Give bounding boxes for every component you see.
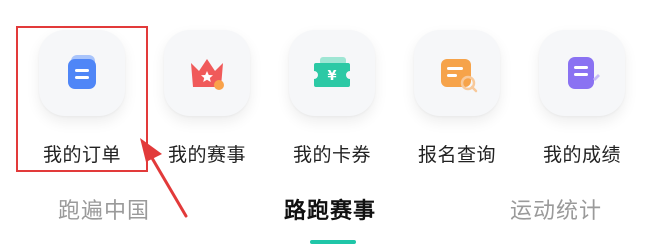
shortcut-label-my-events: 我的赛事 — [167, 144, 246, 166]
crown-icon — [191, 59, 224, 90]
highlight-box — [16, 26, 148, 172]
tile-my-events[interactable] — [164, 30, 250, 116]
shortcut-label-registration-query: 报名查询 — [417, 144, 496, 166]
shortcut-my-scores[interactable]: 我的成绩 — [534, 30, 630, 170]
shortcut-label-my-scores: 我的成绩 — [542, 144, 621, 166]
shortcut-registration-query[interactable]: 报名查询 — [409, 30, 505, 170]
score-icon — [568, 57, 600, 89]
search-card-icon — [441, 59, 478, 93]
tab-active-indicator — [310, 240, 356, 244]
tab-run-china[interactable]: 跑遍中国 — [58, 193, 150, 225]
quick-access-panel: 我的订单 我的赛事 ¥ 我的卡券 报名查询 我的成绩 跑遍中国 路跑赛事 运动统… — [0, 0, 664, 245]
tab-road-race[interactable]: 路跑赛事 — [284, 193, 376, 225]
shortcut-my-events[interactable]: 我的赛事 — [159, 30, 255, 170]
shortcut-label-my-coupons: 我的卡券 — [292, 144, 371, 166]
tile-my-coupons[interactable]: ¥ — [289, 30, 375, 116]
shortcut-my-coupons[interactable]: ¥ 我的卡券 — [284, 30, 380, 170]
ticket-icon: ¥ — [314, 57, 350, 87]
svg-text:¥: ¥ — [327, 69, 336, 84]
tile-registration-query[interactable] — [414, 30, 500, 116]
tile-my-scores[interactable] — [539, 30, 625, 116]
tab-sports-stats[interactable]: 运动统计 — [510, 193, 602, 225]
